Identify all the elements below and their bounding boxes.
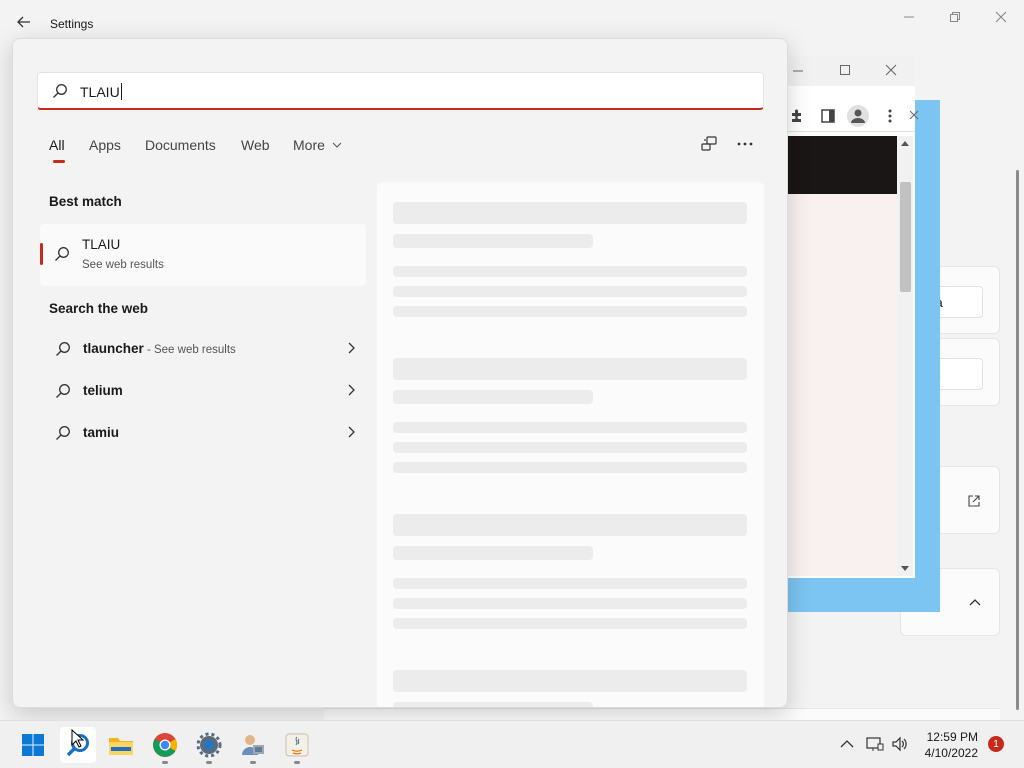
search-icon: [56, 426, 70, 440]
skeleton-bar: [393, 670, 747, 692]
skeleton-bar: [393, 618, 747, 629]
tab-more-label: More: [293, 137, 325, 153]
browser-content: [785, 194, 897, 576]
best-match-title: TLAIU: [82, 237, 121, 252]
notification-badge[interactable]: 1: [988, 736, 1004, 752]
clock-time: 12:59 PM: [926, 730, 978, 744]
close-icon[interactable]: [885, 64, 897, 76]
taskbar: 12:59 PM 4/10/2022: [0, 720, 1024, 768]
maximize-icon[interactable]: [839, 64, 851, 76]
mouse-cursor-icon: [71, 729, 85, 748]
search-input[interactable]: TLAIU: [37, 72, 764, 110]
clock[interactable]: 12:59 PM 4/10/2022: [925, 729, 978, 761]
network-users-icon[interactable]: [237, 729, 269, 764]
browser-content-header: [785, 136, 897, 194]
skeleton-bar: [393, 266, 747, 277]
search-panel: TLAIU All Apps Documents Web More Best m…: [12, 38, 788, 708]
web-result-item[interactable]: tlauncher - See web results: [49, 331, 355, 367]
menu-dots-icon[interactable]: [887, 108, 893, 124]
search-the-web-heading: Search the web: [49, 301, 149, 316]
best-match-subtitle: See web results: [82, 259, 164, 271]
chevron-right-icon: [348, 426, 355, 438]
web-result-item[interactable]: telium: [49, 373, 355, 409]
more-options-icon[interactable]: [735, 134, 755, 154]
minimize-icon[interactable]: [793, 66, 803, 76]
skeleton-bar: [393, 202, 747, 224]
skeleton-bar: [393, 306, 747, 317]
search-icon: [56, 342, 70, 356]
skeleton-bar: [393, 514, 747, 536]
scroll-down-icon[interactable]: [901, 566, 909, 572]
skeleton-bar: [393, 462, 747, 473]
profile-icon[interactable]: [847, 105, 869, 127]
search-icon: [56, 384, 70, 398]
skeleton-bar: [393, 422, 747, 433]
web-result-label: telium: [83, 383, 123, 398]
tab-apps[interactable]: Apps: [89, 137, 121, 153]
web-result-item[interactable]: tamiu: [49, 415, 355, 451]
running-indicator: [294, 761, 300, 764]
browser-scroll-thumb[interactable]: [900, 182, 911, 292]
network-icon[interactable]: [866, 736, 884, 752]
chevron-down-icon: [332, 142, 342, 148]
running-indicator: [250, 761, 256, 764]
skeleton-bar: [393, 286, 747, 297]
java-icon[interactable]: [281, 729, 313, 764]
skeleton-bar: [393, 546, 593, 560]
settings-titlebar: Settings: [0, 0, 1024, 40]
skeleton-bar: [393, 598, 747, 609]
settings-gear-icon[interactable]: [193, 729, 225, 764]
best-match-item[interactable]: TLAIU See web results: [40, 224, 366, 286]
settings-card-edge: [324, 708, 1000, 720]
search-icon: [53, 84, 67, 98]
web-result-label: tamiu: [83, 425, 120, 440]
search-highlights-icon[interactable]: [699, 134, 719, 154]
chevron-up-icon[interactable]: [840, 739, 854, 749]
selection-accent: [40, 243, 43, 265]
search-query-text: TLAIU: [80, 83, 122, 100]
side-panel-icon[interactable]: [821, 109, 835, 123]
search-icon: [55, 247, 69, 261]
active-tab-indicator: [53, 160, 65, 163]
skeleton-bar: [393, 234, 593, 248]
settings-title: Settings: [50, 17, 94, 31]
best-match-heading: Best match: [49, 194, 122, 209]
minimize-button[interactable]: [886, 6, 932, 28]
preview-pane-loading: [377, 182, 764, 707]
web-result-label: tlauncher - See web results: [83, 341, 236, 356]
chevron-up-icon[interactable]: [969, 597, 981, 607]
restore-button[interactable]: [932, 6, 978, 28]
chevron-right-icon: [348, 384, 355, 396]
skeleton-bar: [393, 578, 747, 589]
tab-web[interactable]: Web: [241, 137, 270, 153]
scroll-up-icon[interactable]: [901, 140, 909, 146]
tab-documents[interactable]: Documents: [145, 137, 216, 153]
browser-titlebar: [785, 56, 915, 86]
tab-more[interactable]: More: [293, 137, 342, 153]
text-caret: [120, 83, 122, 100]
skeleton-bar: [393, 358, 747, 380]
skeleton-bar: [393, 390, 593, 404]
running-indicator: [162, 761, 168, 764]
browser-toolbar: [785, 100, 919, 132]
chrome-icon[interactable]: [149, 729, 181, 764]
tab-close-icon[interactable]: [909, 110, 919, 120]
volume-icon[interactable]: [891, 736, 909, 752]
tab-all[interactable]: All: [49, 137, 65, 153]
back-arrow-icon[interactable]: [14, 12, 34, 32]
windows-start-icon[interactable]: [17, 729, 49, 761]
external-link-icon[interactable]: [967, 494, 981, 508]
running-indicator: [206, 761, 212, 764]
chevron-right-icon: [348, 342, 355, 354]
close-button[interactable]: [978, 6, 1024, 28]
extensions-icon[interactable]: [789, 108, 805, 124]
file-explorer-icon[interactable]: [105, 729, 137, 761]
skeleton-bar: [393, 702, 593, 707]
settings-scrollbar[interactable]: [1016, 170, 1019, 710]
skeleton-bar: [393, 442, 747, 453]
clock-date: 4/10/2022: [924, 746, 978, 760]
